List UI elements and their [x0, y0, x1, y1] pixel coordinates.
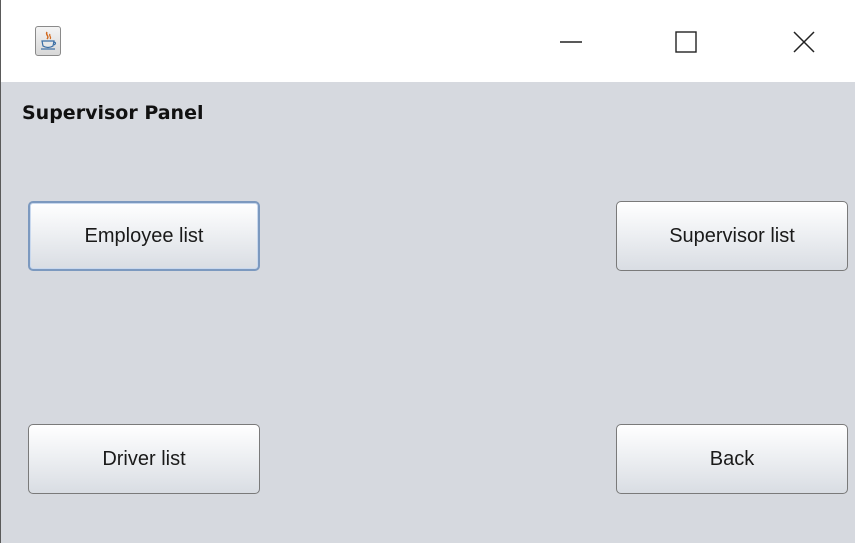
- close-icon: [793, 31, 815, 53]
- driver-list-button[interactable]: Driver list: [28, 424, 260, 494]
- back-button[interactable]: Back: [616, 424, 848, 494]
- supervisor-list-button[interactable]: Supervisor list: [616, 201, 848, 271]
- employee-list-button[interactable]: Employee list: [28, 201, 260, 271]
- close-button[interactable]: [774, 22, 834, 62]
- java-cup-icon[interactable]: [35, 26, 61, 56]
- maximize-icon: [675, 31, 697, 53]
- minimize-button[interactable]: [541, 22, 601, 62]
- title-bar[interactable]: [1, 0, 855, 82]
- minimize-icon: [560, 41, 582, 43]
- supervisor-panel: Supervisor Panel Employee list Superviso…: [1, 82, 855, 543]
- panel-title: Supervisor Panel: [22, 102, 204, 124]
- maximize-button[interactable]: [656, 22, 716, 62]
- app-window: Supervisor Panel Employee list Superviso…: [0, 0, 855, 543]
